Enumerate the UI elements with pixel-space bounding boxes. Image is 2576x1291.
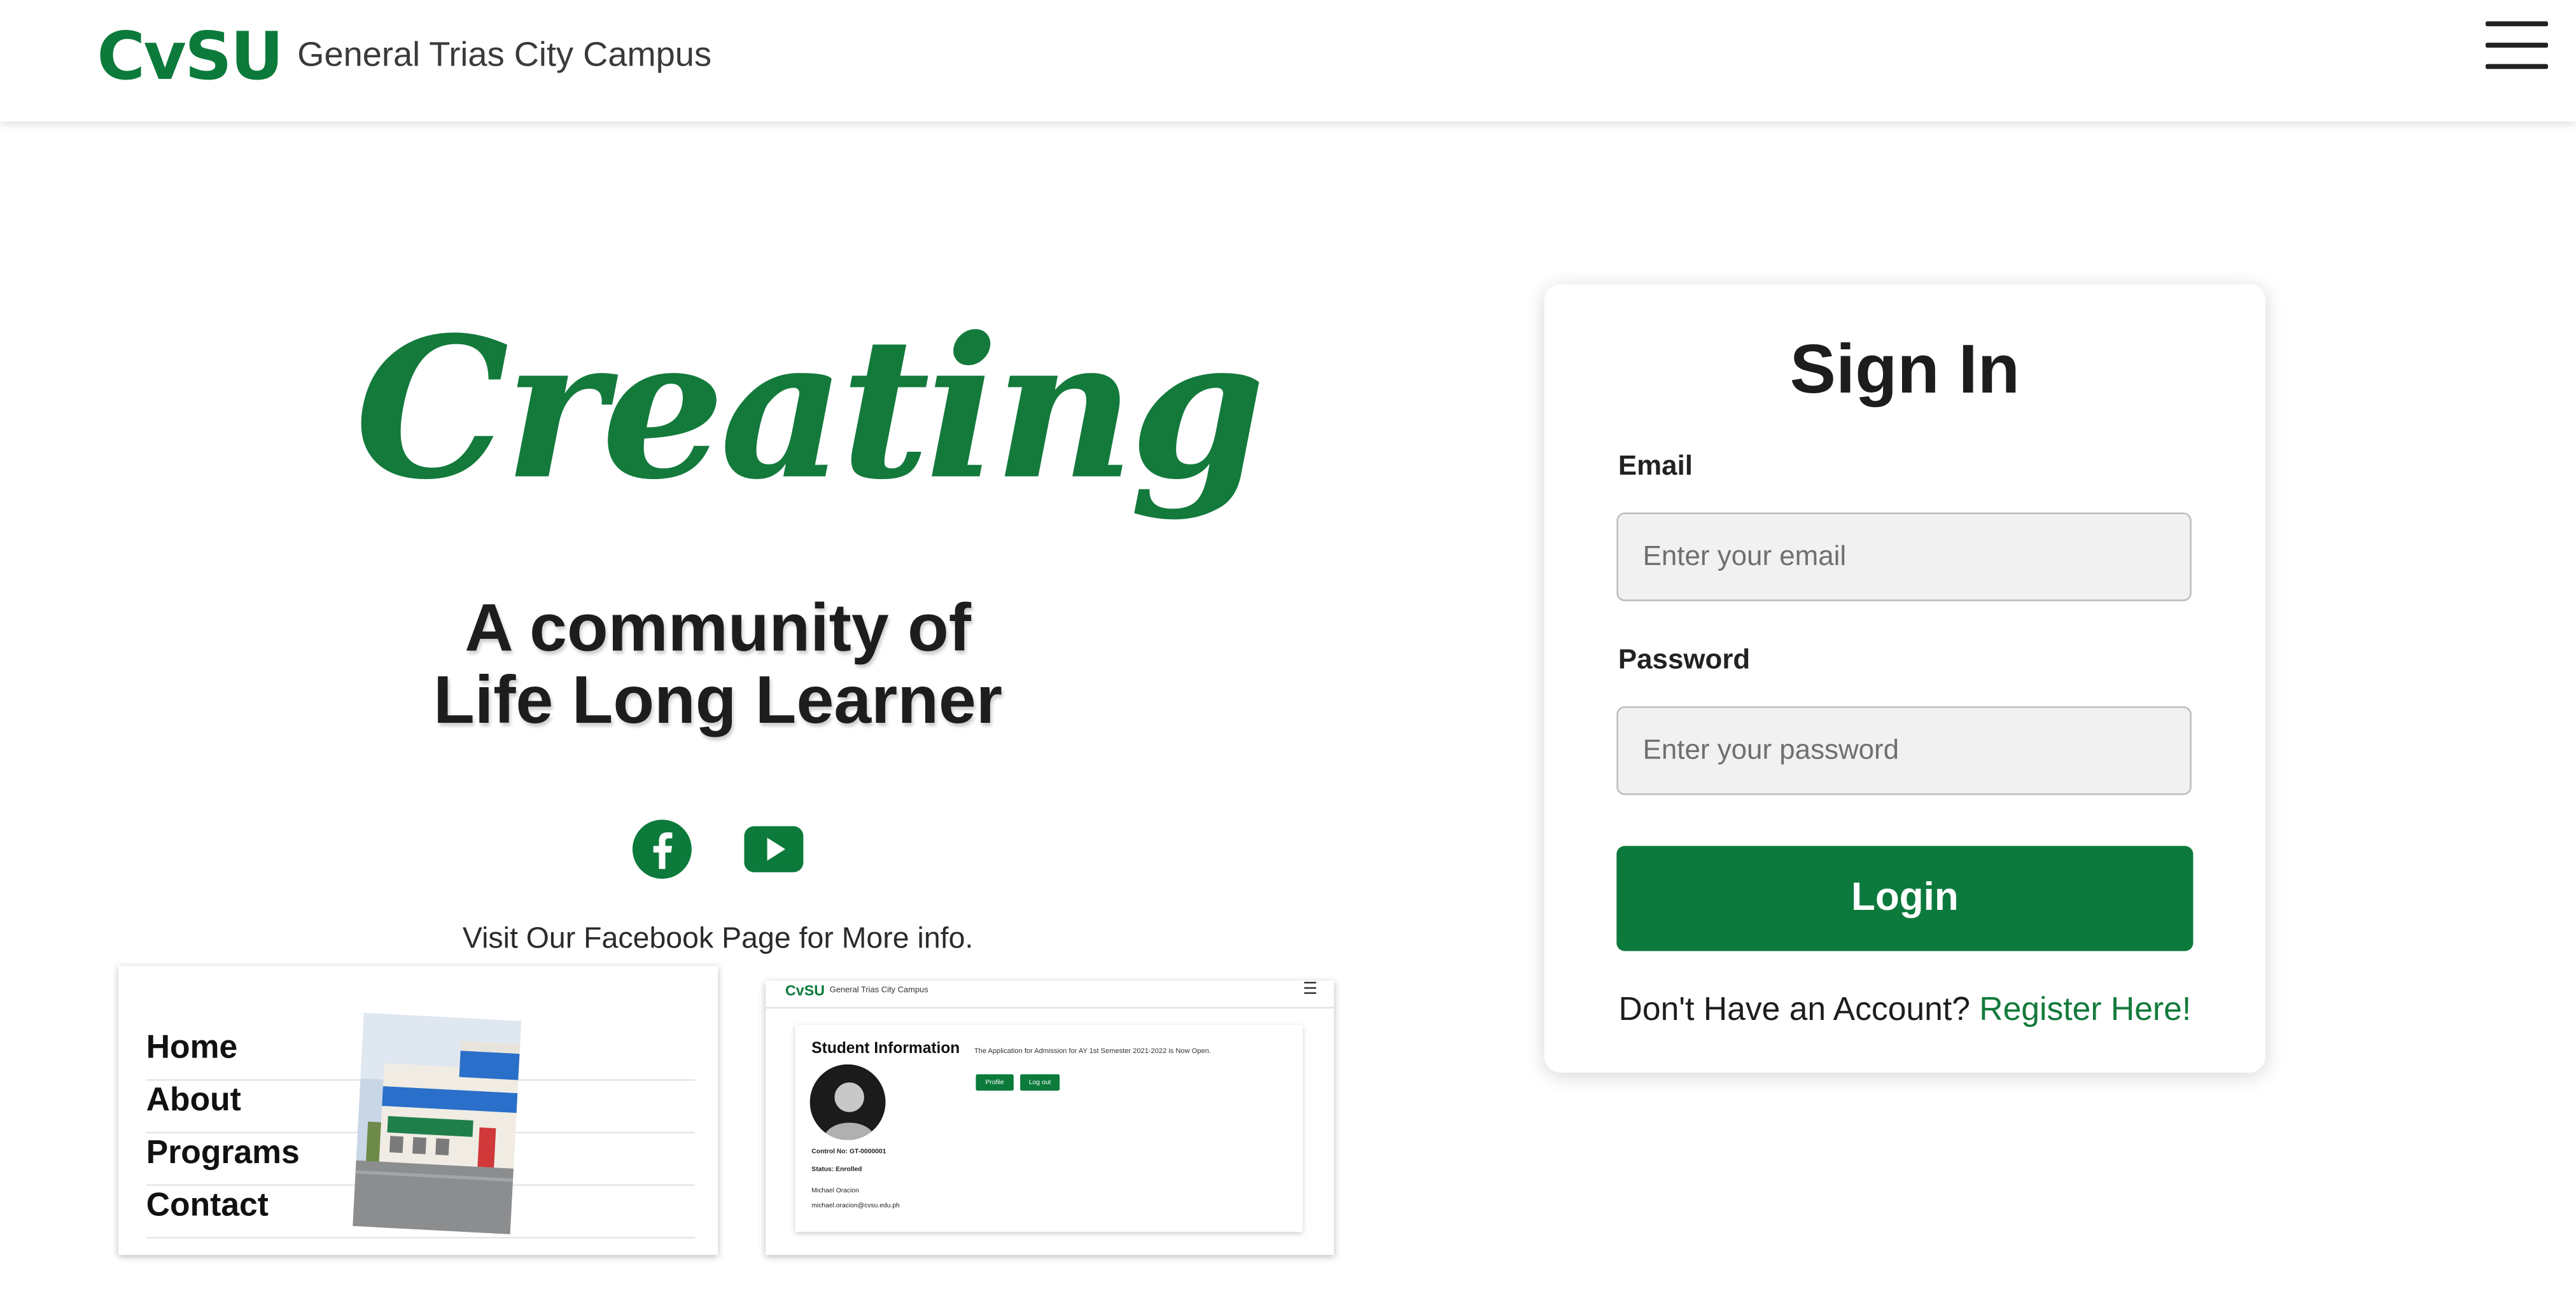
preview-dashboard-card: CvSU General Trias City Campus ☰ Student… xyxy=(766,980,1334,1255)
profile-button: Profile xyxy=(976,1074,1014,1091)
brand-logo[interactable]: CvSU xyxy=(97,20,284,95)
login-button[interactable]: Login xyxy=(1616,846,2194,951)
campus-name: General Trias City Campus xyxy=(297,36,712,74)
page: CvSU General Trias City Campus Creating … xyxy=(0,0,2576,1290)
enrollment-status: Status: Enrolled xyxy=(811,1164,862,1173)
student-avatar xyxy=(809,1064,886,1140)
student-info-panel: Student Information The Application for … xyxy=(795,1024,1303,1232)
register-prompt: Don't Have an Account? xyxy=(1618,992,1970,1029)
facebook-icon[interactable] xyxy=(631,818,693,889)
student-info-title: Student Information xyxy=(811,1040,960,1058)
sign-in-card: Sign In Email Password Login Don't Have … xyxy=(1544,284,2266,1073)
control-number: Control No: GT-0000001 xyxy=(811,1146,886,1155)
password-label: Password xyxy=(1618,643,1751,676)
facebook-visit-text: Visit Our Facebook Page for More info. xyxy=(462,921,974,954)
email-field[interactable] xyxy=(1616,512,2192,601)
preview-menu-card: Home About Programs Contact xyxy=(118,965,718,1255)
sign-in-title: Sign In xyxy=(1789,330,2020,408)
student-name: Michael Oracion xyxy=(811,1185,859,1194)
campus-building-photo xyxy=(353,1012,522,1234)
logout-button: Log out xyxy=(1020,1074,1060,1091)
hamburger-menu-icon[interactable] xyxy=(2485,21,2549,81)
youtube-icon[interactable] xyxy=(743,823,805,884)
mini-campus-name: General Trias City Campus xyxy=(829,985,928,996)
admission-notice: The Application for Admission for AY 1st… xyxy=(974,1046,1211,1055)
mini-brand-logo: CvSU xyxy=(785,982,825,999)
mini-hamburger-icon: ☰ xyxy=(1303,980,1318,999)
tagline-line-2: Life Long Learner xyxy=(433,662,1003,738)
password-field[interactable] xyxy=(1616,706,2192,795)
student-email: michael.oracion@cvsu.edu.ph xyxy=(811,1201,900,1210)
register-row: Don't Have an Account? Register Here! xyxy=(1544,992,2265,1029)
tagline-line-1: A community of xyxy=(465,589,972,666)
register-link[interactable]: Register Here! xyxy=(1979,992,2191,1028)
mini-navbar: CvSU General Trias City Campus ☰ xyxy=(766,980,1334,1009)
hero-title: Creating xyxy=(354,294,1266,522)
email-label: Email xyxy=(1618,450,1693,482)
hero-tagline: A community of Life Long Learner xyxy=(361,591,1074,736)
top-navbar: CvSU General Trias City Campus xyxy=(0,0,2576,122)
